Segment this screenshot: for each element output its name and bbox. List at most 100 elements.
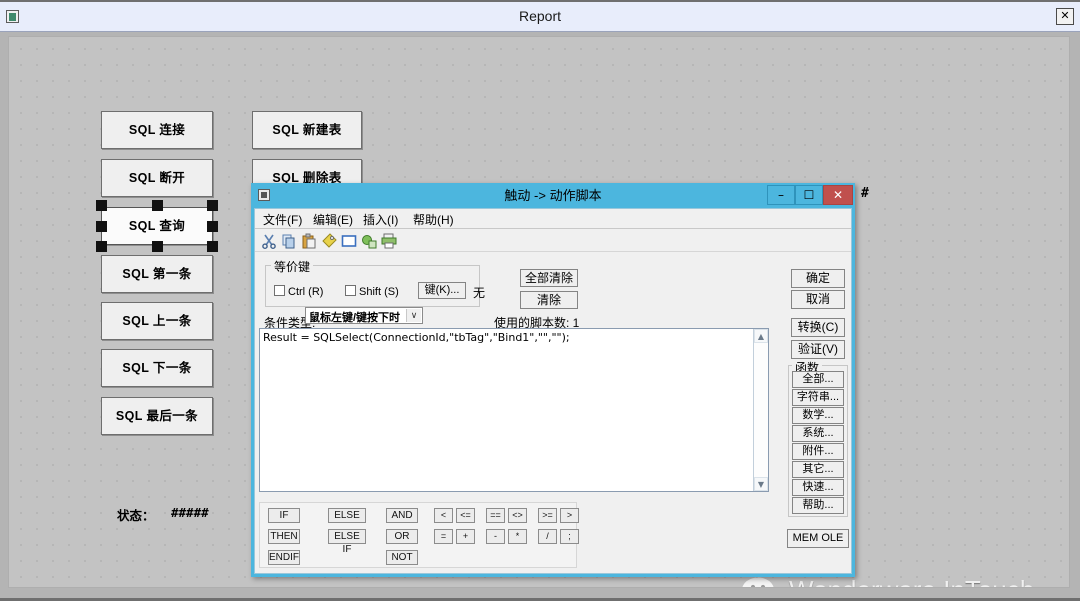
- equivalent-key-group-title: 等价键: [271, 258, 313, 275]
- condition-type-value: 鼠标左键/键按下时: [309, 309, 400, 325]
- function-button[interactable]: 字符串...: [792, 389, 844, 406]
- sql-button[interactable]: SQL 第一条: [101, 255, 213, 293]
- operator-button[interactable]: NOT: [386, 550, 418, 565]
- link-icon[interactable]: [361, 233, 377, 249]
- tag-icon[interactable]: [321, 233, 337, 249]
- selection-handle[interactable]: [152, 241, 163, 252]
- close-icon[interactable]: ✕: [1056, 8, 1074, 25]
- action-script-dialog: 触动 -> 动作脚本 – ☐ ✕ 文件(F) 编辑(E) 插入(I) 帮助(H): [251, 183, 855, 577]
- minimize-icon[interactable]: –: [767, 185, 795, 205]
- shift-checkbox-box[interactable]: [345, 285, 356, 296]
- operator-button[interactable]: >=: [538, 508, 557, 523]
- sql-button[interactable]: SQL 新建表: [252, 111, 362, 149]
- function-button[interactable]: 全部...: [792, 371, 844, 388]
- operator-button[interactable]: AND: [386, 508, 418, 523]
- menu-item[interactable]: 文件(F): [263, 211, 302, 228]
- operator-button[interactable]: ==: [486, 508, 505, 523]
- clear-button[interactable]: 清除: [520, 291, 578, 309]
- validate-button[interactable]: 验证(V): [791, 340, 845, 359]
- maximize-icon[interactable]: ☐: [795, 185, 823, 205]
- operator-button[interactable]: ENDIF: [268, 550, 300, 565]
- function-button[interactable]: 帮助...: [792, 497, 844, 514]
- clear-all-button[interactable]: 全部清除: [520, 269, 578, 287]
- shift-checkbox[interactable]: Shift (S): [345, 285, 399, 298]
- operator-button[interactable]: <=: [456, 508, 475, 523]
- function-button[interactable]: 附件...: [792, 443, 844, 460]
- key-select-button[interactable]: 键(K)...: [418, 282, 466, 299]
- selection-handle[interactable]: [207, 200, 218, 211]
- operator-button[interactable]: ;: [560, 529, 579, 544]
- operator-button[interactable]: IF: [268, 508, 300, 523]
- menu-item[interactable]: 插入(I): [363, 211, 398, 228]
- condition-type-select[interactable]: 鼠标左键/键按下时 ∨: [305, 307, 423, 324]
- ctrl-checkbox-label: Ctrl (R): [288, 286, 323, 298]
- selection-handle[interactable]: [96, 241, 107, 252]
- page-title: Report: [0, 2, 1080, 31]
- script-scrollbar[interactable]: ▲ ▼: [753, 329, 768, 491]
- chevron-down-icon[interactable]: ∨: [406, 309, 421, 322]
- window-titlebar: Report ✕: [0, 2, 1080, 32]
- menu-item[interactable]: 编辑(E): [313, 211, 353, 228]
- sql-button[interactable]: SQL 查询: [101, 207, 213, 245]
- sql-button-label: SQL 新建表: [253, 112, 361, 148]
- operator-button[interactable]: <>: [508, 508, 527, 523]
- ok-button[interactable]: 确定: [791, 269, 845, 288]
- operator-button[interactable]: -: [486, 529, 505, 544]
- dialog-menubar: 文件(F) 编辑(E) 插入(I) 帮助(H): [255, 209, 851, 229]
- copy-icon[interactable]: [281, 233, 297, 249]
- operator-button[interactable]: OR: [386, 529, 418, 544]
- selection-handle[interactable]: [207, 241, 218, 252]
- convert-button[interactable]: 转换(C): [791, 318, 845, 337]
- function-button[interactable]: 快速...: [792, 479, 844, 496]
- sql-button[interactable]: SQL 连接: [101, 111, 213, 149]
- selection-handle[interactable]: [96, 221, 107, 232]
- dialog-close-icon[interactable]: ✕: [823, 185, 853, 205]
- ctrl-checkbox-box[interactable]: [274, 285, 285, 296]
- design-canvas[interactable]: SQL 连接 SQL 断开 SQL 查询 SQL 第一条 SQL 上一条 SQL 下一条 S…: [8, 36, 1070, 588]
- print-icon[interactable]: [381, 233, 397, 249]
- shift-checkbox-label: Shift (S): [359, 286, 399, 298]
- report-application-window: Report ✕ SQL 连接 SQL 断开 SQL 查询 SQL 第一条 SQL 上一…: [0, 0, 1080, 601]
- selection-handle[interactable]: [96, 200, 107, 211]
- sql-button-label: SQL 断开: [102, 160, 212, 196]
- script-editor[interactable]: Result = SQLSelect(ConnectionId,"tbTag",…: [259, 328, 769, 492]
- scroll-up-icon[interactable]: ▲: [754, 329, 768, 343]
- sql-button[interactable]: SQL 最后一条: [101, 397, 213, 435]
- operator-button[interactable]: /: [538, 529, 557, 544]
- function-button[interactable]: 数学...: [792, 407, 844, 424]
- dialog-titlebar[interactable]: 触动 -> 动作脚本 – ☐ ✕: [251, 183, 855, 208]
- menu-item[interactable]: 帮助(H): [413, 211, 454, 228]
- status-value: #####: [171, 505, 209, 520]
- sql-button-label: SQL 查询: [102, 208, 212, 244]
- sql-button-label: SQL 连接: [102, 112, 212, 148]
- cut-icon[interactable]: [261, 233, 277, 249]
- mem-ole-button[interactable]: MEM OLE: [787, 529, 849, 548]
- sql-button-label: SQL 下一条: [102, 350, 212, 386]
- sql-button-label: SQL 第一条: [102, 256, 212, 292]
- sql-button[interactable]: SQL 上一条: [101, 302, 213, 340]
- operator-button[interactable]: ELSE: [328, 508, 366, 523]
- operator-button[interactable]: +: [456, 529, 475, 544]
- window-icon[interactable]: [341, 233, 357, 249]
- selection-handle[interactable]: [207, 221, 218, 232]
- dialog-toolbar: [255, 230, 851, 252]
- cancel-button[interactable]: 取消: [791, 290, 845, 309]
- sql-button[interactable]: SQL 下一条: [101, 349, 213, 387]
- operator-button[interactable]: =: [434, 529, 453, 544]
- script-text[interactable]: Result = SQLSelect(ConnectionId,"tbTag",…: [263, 331, 743, 344]
- operator-button[interactable]: *: [508, 529, 527, 544]
- selection-handle[interactable]: [152, 200, 163, 211]
- ctrl-checkbox[interactable]: Ctrl (R): [274, 285, 323, 298]
- operator-button[interactable]: ELSE IF: [328, 529, 366, 544]
- status-label: 状态：: [117, 505, 155, 524]
- operator-button[interactable]: THEN: [268, 529, 300, 544]
- paste-icon[interactable]: [301, 233, 317, 249]
- hash-marker: #: [861, 186, 869, 201]
- scroll-down-icon[interactable]: ▼: [754, 477, 768, 491]
- function-button[interactable]: 其它...: [792, 461, 844, 478]
- operator-button[interactable]: >: [560, 508, 579, 523]
- sql-button[interactable]: SQL 断开: [101, 159, 213, 197]
- operator-button[interactable]: <: [434, 508, 453, 523]
- key-value-label: 无: [473, 284, 485, 301]
- function-button[interactable]: 系统...: [792, 425, 844, 442]
